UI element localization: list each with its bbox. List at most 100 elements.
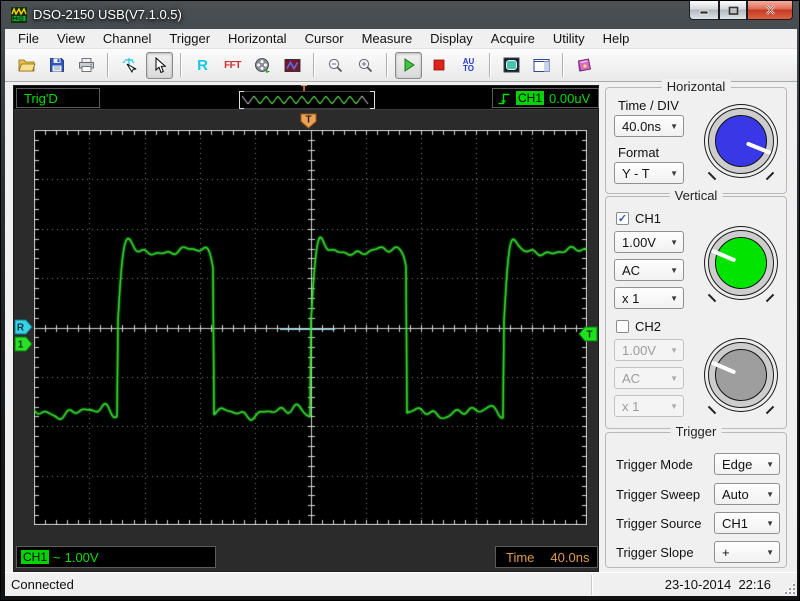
statusbar-separator (591, 575, 593, 595)
trigger-slope-select[interactable]: + ▼ (714, 541, 780, 563)
statusbar: Connected 23-10-2014 22:16 (5, 572, 797, 596)
time-div-select[interactable]: 40.0ns ▼ (614, 115, 684, 137)
ch1-position-marker[interactable]: 1 (14, 336, 33, 352)
reference-level-marker[interactable]: R (14, 319, 33, 335)
toolbar-separator (489, 53, 491, 77)
menu-utility[interactable]: Utility (544, 29, 594, 49)
toolbar-separator (107, 53, 109, 77)
crosshair-cursor-icon (122, 57, 137, 73)
trigger-level-marker[interactable]: T (578, 326, 598, 342)
ch1-probe-select[interactable]: x 1 ▼ (614, 287, 684, 309)
trigger-position-marker[interactable]: T (300, 113, 317, 129)
fft-button[interactable]: FFT (219, 52, 246, 79)
trigger-mode-select[interactable]: Edge ▼ (714, 453, 780, 475)
zoom-out-icon (328, 58, 343, 72)
menu-view[interactable]: View (48, 29, 94, 49)
menu-trigger[interactable]: Trigger (160, 29, 219, 49)
maximize-icon (728, 6, 738, 15)
panel-layout-button[interactable] (528, 52, 555, 79)
start-button[interactable] (395, 51, 422, 79)
select-arrow-button[interactable] (146, 51, 173, 79)
trigger-group-title: Trigger (670, 424, 722, 439)
connection-status: Connected (11, 577, 74, 592)
arrow-cursor-icon (155, 56, 167, 73)
ch2-knob-face (715, 349, 767, 401)
autoset-button[interactable]: AU TO (455, 52, 482, 79)
horizontal-knob[interactable] (707, 108, 775, 181)
client-area: Trig'D T CH1 0.00uV T R 1 T CH1 ~ 1.00V … (5, 79, 797, 572)
waveform-view-button[interactable] (279, 52, 306, 79)
menu-horizontal[interactable]: Horizontal (219, 29, 296, 49)
printer-icon (79, 58, 94, 72)
ch2-coupling-select[interactable]: AC ▼ (614, 367, 684, 389)
fullscreen-icon (503, 57, 520, 73)
control-panel: Horizontal Time / DIV 40.0ns ▼ Format Y -… (601, 79, 791, 570)
print-button[interactable] (73, 52, 100, 79)
ch1-checkbox[interactable]: ✓ (616, 212, 629, 225)
scope-grid-canvas[interactable] (34, 130, 587, 525)
close-button[interactable] (747, 1, 793, 20)
chevron-down-icon: ▼ (670, 237, 678, 247)
autoset-icon: AU TO (462, 57, 475, 73)
menu-acquire[interactable]: Acquire (482, 29, 544, 49)
trigger-source-select[interactable]: CH1 ▼ (714, 512, 780, 534)
ch1-knob-face (715, 237, 767, 289)
ch1-coupling-symbol: ~ (53, 549, 61, 565)
ch2-enable-row: ✓ CH2 (616, 319, 661, 334)
menu-channel[interactable]: Channel (94, 29, 160, 49)
maximize-button[interactable] (719, 1, 747, 20)
ch1-coupling-select[interactable]: AC ▼ (614, 259, 684, 281)
timebase-box: Time 40.0ns (495, 546, 598, 568)
cursor-measure-button[interactable] (116, 52, 143, 79)
menu-measure[interactable]: Measure (353, 29, 422, 49)
horizontal-group-title: Horizontal (661, 79, 731, 94)
ch1-position-knob[interactable] (707, 230, 775, 303)
ch1-settings-box: CH1 ~ 1.00V (16, 546, 216, 568)
zoom-out-button[interactable] (322, 52, 349, 79)
trigger-source-label: Trigger Source (616, 516, 702, 531)
ch2-probe-select[interactable]: x 1 ▼ (614, 395, 684, 417)
save-floppy-icon (49, 58, 64, 72)
record-preview[interactable] (239, 91, 375, 109)
window-layout-icon (533, 58, 550, 72)
app-logo-icon (11, 7, 27, 23)
time-value: 40.0ns (550, 549, 590, 565)
menu-display[interactable]: Display (421, 29, 482, 49)
chevron-down-icon: ▼ (670, 345, 678, 355)
reference-button[interactable]: R (189, 52, 216, 79)
play-icon (404, 58, 415, 72)
stop-icon (433, 59, 444, 71)
menu-help[interactable]: Help (594, 29, 639, 49)
resize-grip[interactable] (783, 582, 795, 594)
save-button[interactable] (43, 52, 70, 79)
chevron-down-icon: ▼ (766, 459, 774, 469)
trigger-status-text: Trig'D (24, 90, 58, 106)
format-select[interactable]: Y - T ▼ (614, 162, 684, 184)
help-button[interactable] (571, 52, 598, 79)
zoom-in-button[interactable] (352, 52, 379, 79)
menu-cursor[interactable]: Cursor (296, 29, 353, 49)
ch2-checkbox[interactable]: ✓ (616, 320, 629, 333)
open-file-button[interactable] (13, 52, 40, 79)
menu-file[interactable]: File (9, 29, 48, 49)
stop-button[interactable] (425, 52, 452, 79)
minimize-button[interactable] (689, 1, 719, 20)
preview-waveform-canvas (242, 92, 372, 108)
record-button[interactable] (249, 52, 276, 79)
help-book-icon (577, 57, 592, 72)
ch2-position-knob[interactable] (707, 342, 775, 415)
ch2-volts-value: 1.00V (622, 342, 656, 358)
fft-icon: FFT (224, 59, 241, 71)
titlebar[interactable]: DSO-2150 USB(V7.1.0.5) (1, 1, 800, 29)
trigger-sweep-select[interactable]: Auto ▼ (714, 483, 780, 505)
trigger-group: Trigger Trigger Mode Edge ▼ Trigger Sweep… (605, 424, 787, 568)
ch1-enable-row: ✓ CH1 (616, 211, 661, 226)
trigger-level-value: 0.00uV (549, 90, 591, 106)
ch1-volts-select[interactable]: 1.00V ▼ (614, 231, 684, 253)
datetime: 23-10-2014 22:16 (664, 577, 771, 592)
trigger-sweep-value: Auto (722, 486, 749, 502)
fullscreen-button[interactable] (498, 52, 525, 79)
knob-foot (707, 171, 717, 181)
chevron-down-icon: ▼ (766, 518, 774, 528)
ch2-volts-select[interactable]: 1.00V ▼ (614, 339, 684, 361)
